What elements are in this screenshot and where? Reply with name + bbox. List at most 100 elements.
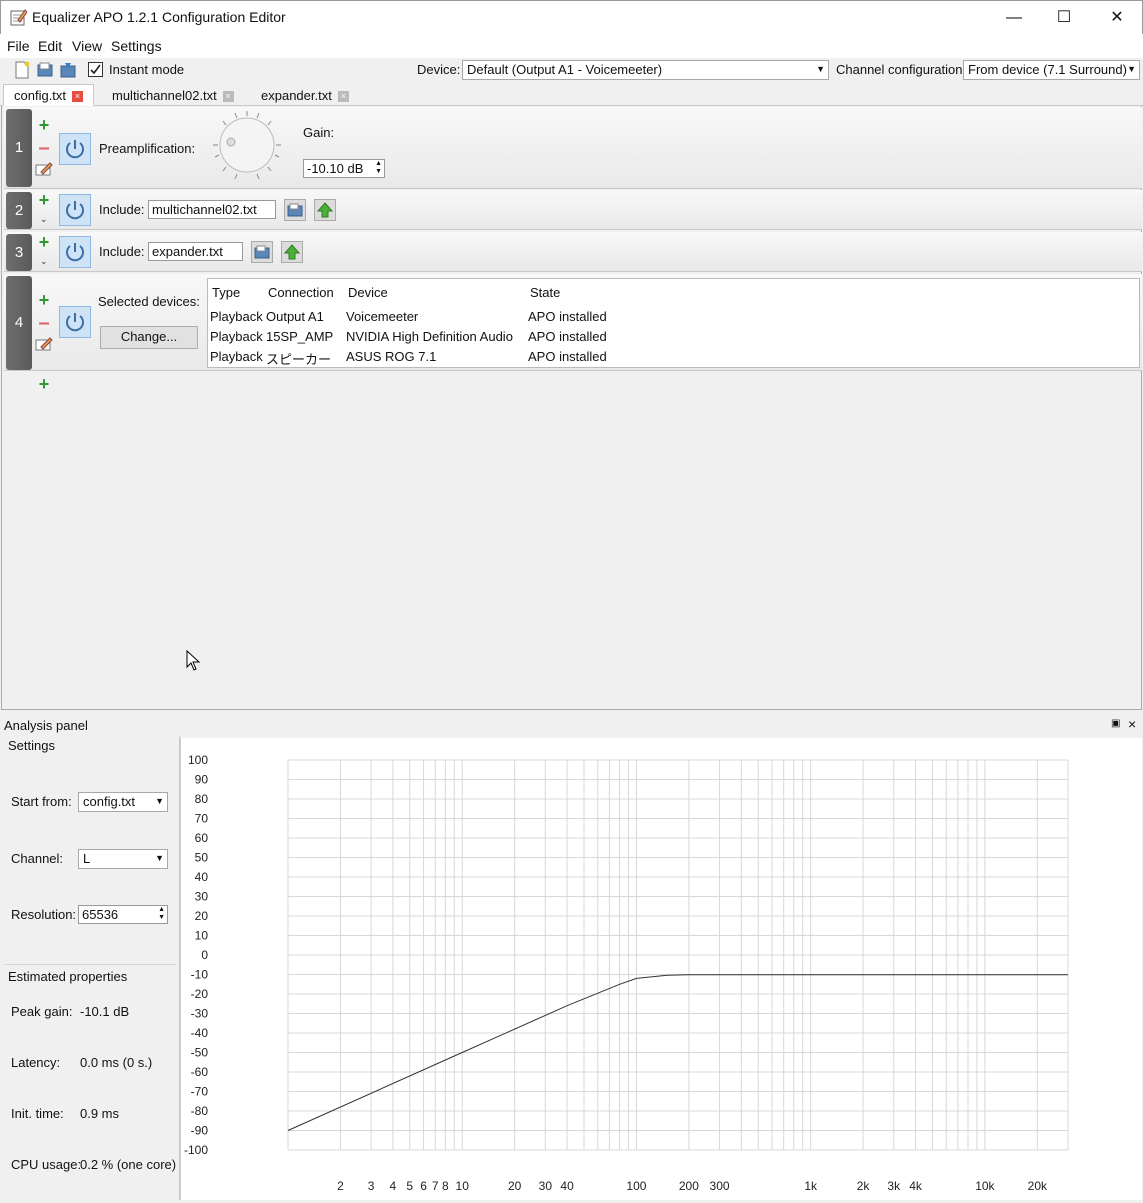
menu-view[interactable]: View — [72, 38, 102, 54]
y-tick-label: 80 — [195, 792, 209, 806]
channel-dropdown[interactable]: L ▼ — [78, 849, 168, 869]
selected-devices-label: Selected devices: — [98, 294, 200, 309]
add-filter-icon[interactable]: + — [37, 233, 51, 251]
y-tick-label: 0 — [201, 948, 208, 962]
filter-number: 4 — [6, 276, 32, 370]
close-panel-icon[interactable]: × — [1128, 716, 1136, 732]
change-devices-button[interactable]: Change... — [100, 326, 198, 349]
power-toggle[interactable] — [59, 306, 91, 338]
menu-edit[interactable]: Edit — [38, 38, 62, 54]
x-tick-label: 4k — [909, 1179, 923, 1193]
open-in-tab-button[interactable] — [281, 241, 303, 263]
power-toggle[interactable] — [59, 236, 91, 268]
table-cell: Playback — [210, 329, 263, 344]
column-header-type: Type — [212, 285, 241, 300]
instant-mode-checkbox[interactable] — [88, 62, 103, 77]
filter-number: 1 — [6, 109, 32, 187]
menu-settings[interactable]: Settings — [111, 38, 162, 54]
preamp-label: Preamplification: — [99, 141, 196, 156]
x-tick-label: 300 — [710, 1179, 730, 1193]
filter-row-include-multichannel: 2 + ⌄ Include: multichannel02.txt — [4, 190, 1142, 230]
spin-arrows-icon[interactable]: ▲ ▼ — [158, 906, 165, 922]
expand-icon[interactable]: ⌄ — [40, 214, 48, 225]
gain-knob[interactable] — [209, 109, 285, 185]
table-cell: APO installed — [528, 349, 607, 364]
remove-filter-icon[interactable]: – — [37, 313, 51, 333]
table-cell: Output A1 — [266, 309, 324, 324]
x-tick-label: 4 — [390, 1179, 397, 1193]
x-tick-label: 3 — [368, 1179, 375, 1193]
maximize-button[interactable]: ☐ — [1041, 1, 1087, 35]
y-tick-label: -50 — [191, 1046, 209, 1060]
x-tick-label: 10 — [456, 1179, 470, 1193]
include-file-input[interactable]: multichannel02.txt — [148, 200, 276, 219]
table-cell: Playback — [210, 349, 263, 364]
power-toggle[interactable] — [59, 133, 91, 165]
x-tick-label: 20 — [508, 1179, 522, 1193]
include-file-input[interactable]: expander.txt — [148, 242, 243, 261]
instant-mode-label: Instant mode — [109, 62, 185, 77]
add-filter-icon[interactable]: + — [37, 375, 51, 393]
y-tick-label: 70 — [195, 812, 209, 826]
menu-file[interactable]: File — [7, 38, 30, 54]
y-tick-label: -80 — [191, 1104, 209, 1118]
device-dropdown[interactable]: Default (Output A1 - Voicemeeter) ▼ — [462, 60, 829, 80]
notepad-app-icon — [10, 9, 27, 26]
start-from-dropdown[interactable]: config.txt ▼ — [78, 792, 168, 812]
column-header-state: State — [530, 285, 561, 300]
table-cell: Voicemeeter — [346, 309, 419, 324]
x-tick-label: 2k — [857, 1179, 871, 1193]
close-tab-icon[interactable]: × — [337, 91, 349, 103]
spin-arrows-icon[interactable]: ▲ ▼ — [375, 160, 382, 176]
open-file-icon[interactable] — [36, 61, 54, 79]
tab-multichannel02[interactable]: multichannel02.txt × — [101, 84, 245, 106]
open-file-button[interactable] — [284, 199, 306, 221]
folder-icon — [287, 203, 303, 217]
y-tick-label: 40 — [195, 870, 209, 884]
float-panel-icon[interactable]: ▣ — [1111, 718, 1120, 729]
chevron-down-icon: ▼ — [816, 64, 825, 74]
tab-config[interactable]: config.txt × — [3, 84, 95, 106]
add-filter-icon[interactable]: + — [37, 291, 51, 309]
x-tick-label: 6 — [420, 1179, 427, 1193]
menu-bar: File Edit View Settings — [0, 34, 1143, 58]
minimize-button[interactable]: — — [991, 1, 1037, 35]
resolution-spinbox[interactable]: 65536 ▲ ▼ — [78, 905, 168, 924]
save-file-icon[interactable] — [59, 61, 77, 79]
open-file-button[interactable] — [251, 241, 273, 263]
gain-spinbox[interactable]: -10.10 dB ▲ ▼ — [303, 159, 385, 178]
new-file-icon[interactable] — [13, 61, 31, 79]
tab-expander[interactable]: expander.txt × — [250, 84, 360, 106]
close-tab-icon[interactable]: × — [72, 91, 84, 103]
power-icon — [66, 201, 84, 220]
x-tick-label: 100 — [626, 1179, 646, 1193]
close-button[interactable]: ✕ — [1094, 1, 1140, 35]
filter-number: 2 — [6, 192, 32, 229]
close-tab-icon[interactable]: × — [222, 91, 234, 103]
device-label: Device: — [417, 62, 461, 77]
devices-table: Type Connection Device State Playback Ou… — [207, 278, 1140, 368]
table-cell: APO installed — [528, 329, 607, 344]
edit-icon[interactable] — [35, 337, 53, 351]
arrow-up-icon — [283, 244, 301, 260]
cpu-usage-label: CPU usage: — [11, 1157, 82, 1172]
remove-filter-icon[interactable]: – — [37, 138, 51, 158]
cpu-usage-value: 0.2 % (one core) — [80, 1157, 177, 1172]
power-icon — [66, 140, 84, 159]
analysis-panel-header: Analysis panel ▣ × — [0, 716, 1143, 736]
tab-bar: config.txt × multichannel02.txt × expander… — [0, 82, 1143, 106]
column-header-connection: Connection — [268, 285, 334, 300]
expand-icon[interactable]: ⌄ — [40, 256, 48, 267]
open-in-tab-button[interactable] — [314, 199, 336, 221]
power-toggle[interactable] — [59, 194, 91, 226]
peak-gain-value: -10.1 dB — [80, 1004, 130, 1019]
edit-icon[interactable] — [35, 162, 53, 176]
add-filter-icon[interactable]: + — [37, 191, 51, 209]
toolbar: Instant mode Device: Default (Output A1 … — [0, 58, 1143, 82]
y-tick-label: -70 — [191, 1085, 209, 1099]
add-filter-icon[interactable]: + — [37, 116, 51, 134]
y-tick-label: -30 — [191, 1007, 209, 1021]
x-tick-label: 5 — [406, 1179, 413, 1193]
channel-config-dropdown[interactable]: From device (7.1 Surround) ▼ — [963, 60, 1140, 80]
y-tick-label: 60 — [195, 831, 209, 845]
